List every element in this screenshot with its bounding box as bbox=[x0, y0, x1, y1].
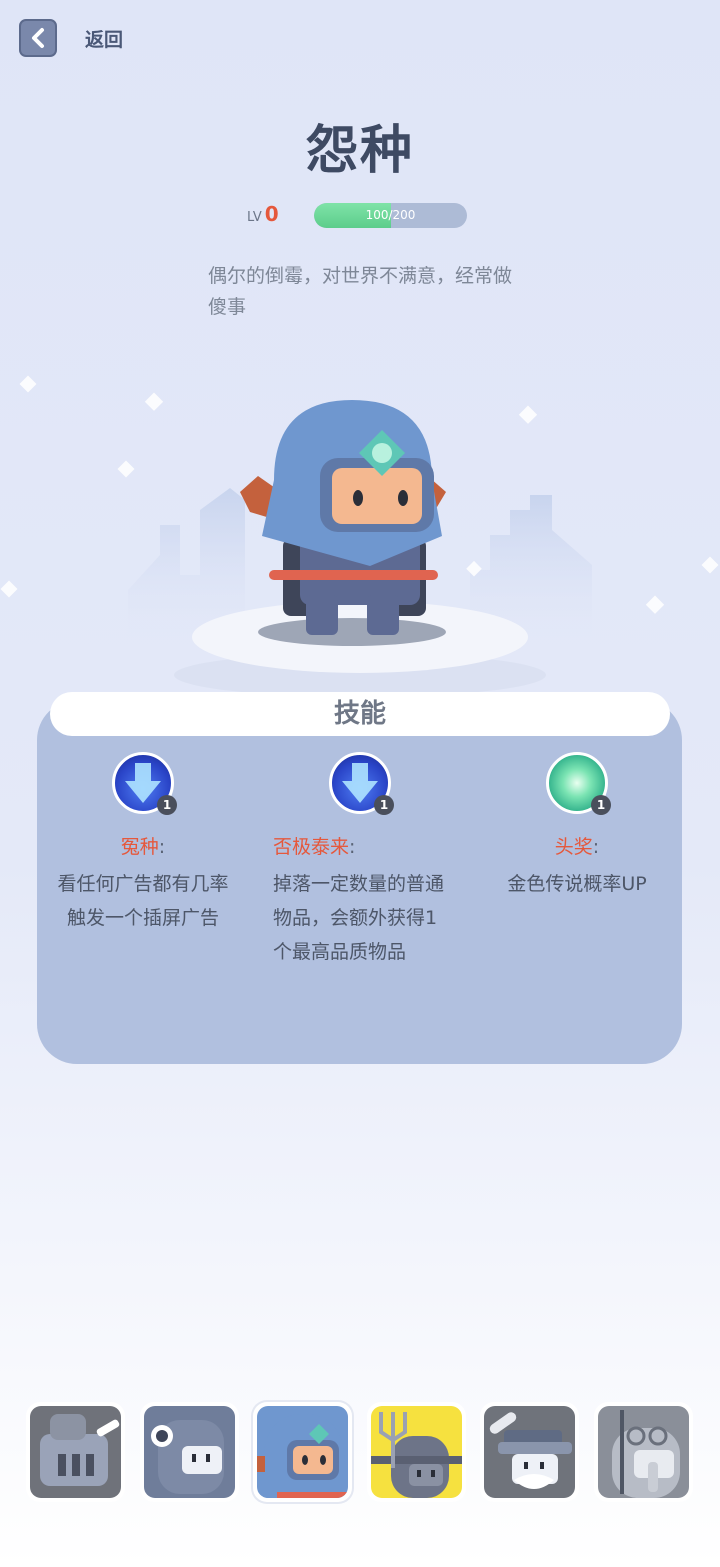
level-value: 0 bbox=[264, 202, 279, 226]
skill-name-text: 冤种 bbox=[120, 836, 159, 858]
chevron-left-icon bbox=[32, 28, 44, 48]
roster-card-old-wizard[interactable] bbox=[480, 1402, 579, 1502]
roster-card-trident-warrior[interactable] bbox=[367, 1402, 466, 1502]
skill-item: 1 头奖: 金色传说概率UP bbox=[487, 752, 667, 901]
skill-name-colon: : bbox=[158, 836, 166, 858]
back-button[interactable] bbox=[19, 19, 57, 57]
skill-item: 1 冤种: 看任何广告都有几率触发一个插屏广告 bbox=[53, 752, 233, 935]
green-energy-icon[interactable]: 1 bbox=[546, 752, 611, 815]
skill-name: 头奖: bbox=[487, 832, 667, 859]
level-label: LV bbox=[247, 210, 262, 225]
level-indicator: LV 0 bbox=[247, 202, 279, 226]
xp-text: 100/200 bbox=[365, 208, 416, 222]
back-label[interactable]: 返回 bbox=[85, 25, 123, 52]
roster-card-gorilla[interactable] bbox=[140, 1402, 239, 1502]
gorilla-avatar-icon bbox=[151, 1420, 224, 1494]
character-name: 怨种 bbox=[305, 121, 414, 181]
elephant-pilot-avatar-icon bbox=[612, 1410, 680, 1498]
xp-progress-bar: 100/200 bbox=[314, 203, 467, 228]
character-scene bbox=[0, 375, 719, 697]
pedestal bbox=[174, 601, 546, 697]
blue-arrow-icon[interactable]: 1 bbox=[112, 752, 177, 815]
skill-name-colon: : bbox=[349, 836, 356, 858]
roster-card-hooded-ninja[interactable] bbox=[253, 1402, 352, 1502]
character-roster bbox=[26, 1402, 696, 1506]
skill-level-badge: 1 bbox=[374, 795, 394, 815]
skill-name-text: 头奖 bbox=[554, 836, 593, 858]
hooded-ninja-avatar-icon bbox=[257, 1414, 347, 1498]
knight-avatar-icon bbox=[40, 1414, 120, 1486]
skills-header: 技能 bbox=[50, 692, 670, 736]
skill-name-text: 否极泰来 bbox=[273, 836, 350, 858]
skill-description: 金色传说概率UP bbox=[507, 873, 647, 895]
skill-description: 看任何广告都有几率触发一个插屏广告 bbox=[57, 873, 229, 929]
skill-description: 掉落一定数量的普通物品，会额外获得1个最高品质物品 bbox=[273, 873, 445, 963]
blue-arrow-icon[interactable]: 1 bbox=[329, 752, 394, 815]
roster-card-elephant-pilot[interactable] bbox=[594, 1402, 693, 1502]
skill-name-colon: : bbox=[592, 836, 600, 858]
trident-warrior-avatar-icon bbox=[371, 1412, 462, 1498]
skill-name: 否极泰来: bbox=[270, 832, 450, 859]
skill-name: 冤种: bbox=[53, 832, 233, 859]
old-wizard-avatar-icon bbox=[489, 1412, 572, 1489]
roster-card-knight[interactable] bbox=[26, 1402, 125, 1502]
character-description: 偶尔的倒霉，对世界不满意，经常做傻事 bbox=[208, 265, 513, 318]
skill-level-badge: 1 bbox=[591, 795, 611, 815]
hooded-ninja-character bbox=[240, 400, 446, 635]
skill-item: 1 否极泰来: 掉落一定数量的普通物品，会额外获得1个最高品质物品 bbox=[270, 752, 450, 969]
skill-level-badge: 1 bbox=[157, 795, 177, 815]
